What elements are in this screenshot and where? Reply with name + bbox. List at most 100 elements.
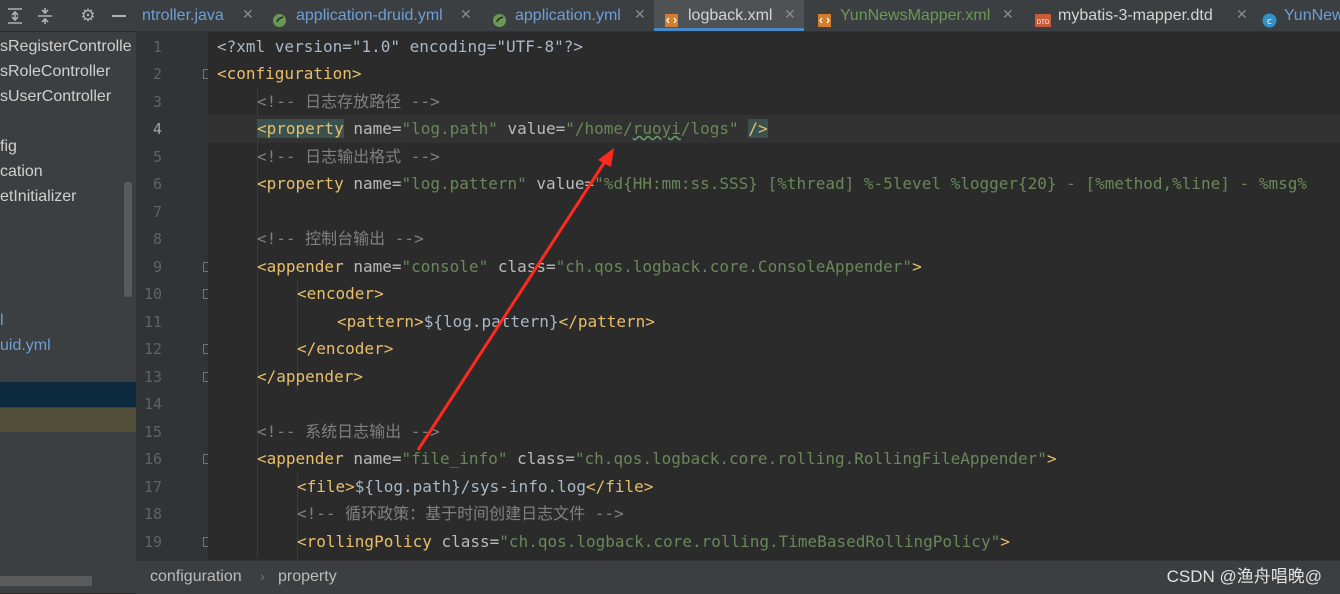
xml-attr: class= (507, 449, 575, 468)
svg-text:DTD: DTD (1037, 19, 1050, 26)
line-number: 6 (152, 175, 162, 193)
tree-item[interactable]: uid.yml (0, 333, 51, 358)
xml-tag: </file> (585, 477, 654, 496)
tree-item[interactable]: etInitializer (0, 184, 76, 209)
highlighted-tree-row[interactable] (0, 408, 136, 432)
expand-all-icon[interactable] (4, 5, 26, 27)
xml-tag: <appender (257, 449, 344, 468)
code-line-11: <pattern>${log.pattern}</pattern> (337, 308, 655, 336)
code-line-5: <!-- 日志输出格式 --> (257, 143, 440, 171)
line-number: 7 (152, 203, 162, 221)
code-line-10: <encoder> (297, 280, 384, 308)
xml-attr: name= (343, 174, 402, 193)
line-number: 4 (152, 120, 162, 138)
line-number: 11 (143, 313, 162, 331)
line-number: 8 (152, 230, 162, 248)
tree-item[interactable]: sRoleController (0, 59, 110, 84)
tab-label: mybatis-3-mapper.dtd (1058, 7, 1213, 24)
close-icon[interactable]: ✕ (1236, 0, 1248, 31)
xml-tag: </appender> (257, 367, 363, 386)
tab-label: application.yml (515, 7, 621, 24)
tab-controller-java[interactable]: ntroller.java ✕ (136, 0, 264, 31)
selected-tree-row[interactable] (0, 382, 136, 407)
xml-tag: <rollingPolicy (297, 532, 432, 551)
line-number: 9 (152, 258, 162, 276)
xml-tag-close: /> (748, 119, 768, 138)
code-line-12: </encoder> (297, 335, 393, 363)
xml-tag: <configuration> (217, 64, 362, 83)
xml-value: "console" (401, 257, 489, 276)
line-number: 10 (143, 285, 162, 303)
xml-comment: <!-- 循环政策：基于时间创建日志文件 --> (297, 504, 624, 523)
xml-tag: </pattern> (558, 312, 655, 331)
xml-tag: <appender (257, 257, 344, 276)
tab-yunnewsmapper-xml[interactable]: YunNewsMapper.xml ✕ (804, 0, 1024, 31)
collapse-all-icon[interactable] (34, 5, 56, 27)
tree-item[interactable]: sRegisterControlle (0, 34, 132, 59)
code-editor[interactable]: <?xml version="1.0" encoding="UTF-8"?> <… (208, 32, 1340, 560)
vertical-scrollbar[interactable] (124, 182, 132, 297)
close-icon[interactable]: ✕ (634, 0, 646, 31)
close-icon[interactable]: ✕ (242, 0, 254, 31)
xml-file-icon (664, 8, 679, 27)
close-icon[interactable]: ✕ (1002, 0, 1014, 31)
code-line-18: <!-- 循环政策：基于时间创建日志文件 --> (297, 500, 624, 528)
xml-tag-close: > (1000, 532, 1010, 551)
breadcrumb-item-property[interactable]: property (278, 561, 337, 592)
gear-icon[interactable]: ⚙ (77, 5, 99, 27)
tree-item[interactable]: l (0, 308, 4, 333)
tab-mybatis-dtd[interactable]: DTD mybatis-3-mapper.dtd ✕ (1024, 0, 1256, 31)
xml-tag-close: > (1046, 449, 1057, 468)
line-number: 12 (143, 340, 162, 358)
line-number: 17 (143, 478, 162, 496)
minimize-icon[interactable] (108, 5, 130, 27)
code-line-8: <!-- 控制台输出 --> (257, 225, 424, 253)
xml-attr: class= (488, 257, 556, 276)
close-icon[interactable]: ✕ (460, 0, 472, 31)
horizontal-scrollbar[interactable] (0, 576, 92, 586)
breadcrumb-item-configuration[interactable]: configuration (150, 561, 242, 592)
tree-item[interactable]: fig (0, 134, 17, 159)
code-line-3: <!-- 日志存放路径 --> (257, 88, 440, 116)
xml-tag: <property (257, 119, 344, 138)
xml-value: "ch.qos.logback.core.rolling.TimeBasedRo… (499, 532, 1001, 551)
tab-application-druid-yml[interactable]: application-druid.yml ✕ (264, 0, 482, 31)
tab-label: application-druid.yml (296, 7, 443, 24)
code-line-15: <!-- 系统日志输出 --> (257, 418, 440, 446)
code-line-2: <configuration> (217, 60, 362, 88)
tab-logback-xml[interactable]: logback.xml ✕ (654, 0, 804, 31)
line-number: 13 (143, 368, 162, 386)
tab-label: ntroller.java (142, 7, 224, 24)
line-number-gutter: 1 2 3 4 5 6 7 8 9 10 11 12 13 14 15 16 1… (136, 32, 213, 560)
tab-label: YunNewsMapper.xml (840, 7, 991, 24)
code-line-1: <?xml version="1.0" encoding="UTF-8"?> (217, 33, 583, 61)
xml-comment: <!-- 控制台输出 --> (257, 229, 424, 248)
close-icon[interactable]: ✕ (784, 0, 796, 31)
xml-tag-close: > (912, 257, 922, 276)
code-line-17: <file>${log.path}/sys-info.log</file> (297, 473, 653, 501)
xml-comment: <!-- 日志输出格式 --> (257, 147, 440, 166)
tab-application-yml[interactable]: application.yml ✕ (482, 0, 654, 31)
spring-yml-icon (492, 8, 507, 27)
line-number: 18 (143, 505, 162, 523)
xml-value: "log.pattern" (401, 174, 527, 193)
csdn-watermark: CSDN @渔舟唱晚@ (1166, 567, 1322, 586)
line-number: 5 (152, 148, 162, 166)
xml-value: "file_info" (401, 449, 508, 468)
tab-label: YunNew (1284, 7, 1340, 24)
xml-attr: name= (343, 257, 402, 276)
xml-value: "log.path" (401, 119, 498, 138)
tree-item[interactable]: cation (0, 159, 43, 184)
line-number: 15 (143, 423, 162, 441)
editor-tab-bar: ntroller.java ✕ application-druid.yml ✕ … (136, 0, 1340, 32)
line-number: 2 (152, 65, 162, 83)
xml-tag: <property (257, 174, 344, 193)
dtd-file-icon: DTD (1034, 8, 1051, 27)
code-line-16: <appender name="file_info" class="ch.qos… (257, 445, 1057, 473)
xml-value: "/home/ (565, 119, 633, 138)
tree-item[interactable]: sUserController (0, 84, 111, 109)
tab-yunnew[interactable]: c YunNew (1256, 0, 1340, 31)
code-line-6: <property name="log.pattern" value="%d{H… (257, 170, 1307, 198)
line-number: 14 (143, 395, 162, 413)
xml-value-typo: ruoyi (632, 119, 681, 138)
